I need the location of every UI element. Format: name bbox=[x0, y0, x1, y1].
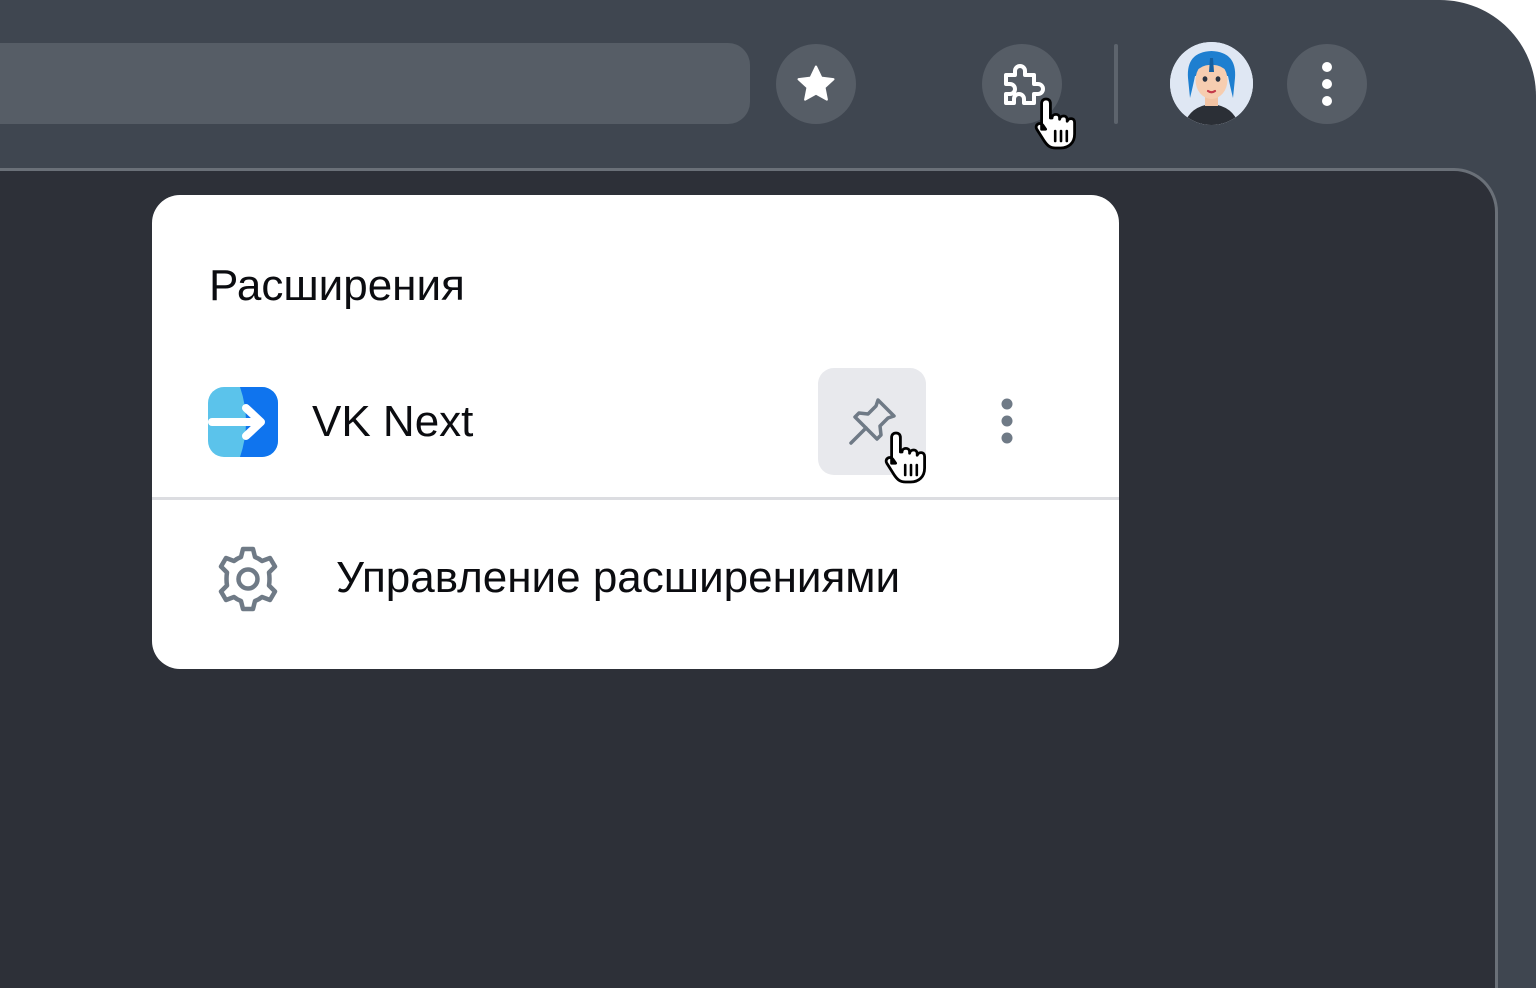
star-icon bbox=[797, 65, 835, 101]
vk-next-logo-icon bbox=[208, 387, 278, 457]
popup-title: Расширения bbox=[209, 261, 465, 310]
extensions-popup: Расширения VK Next Управление расширения… bbox=[152, 195, 1119, 669]
browser-window: Расширения VK Next Управление расширения… bbox=[0, 0, 1536, 988]
manage-extensions-item[interactable]: Управление расширениями bbox=[152, 525, 1119, 635]
bookmark-button[interactable] bbox=[776, 44, 856, 124]
toolbar-divider bbox=[1114, 44, 1118, 124]
popup-divider bbox=[152, 497, 1119, 500]
extension-row[interactable]: VK Next bbox=[152, 361, 1119, 491]
manage-extensions-label: Управление расширениями bbox=[336, 553, 901, 602]
more-vertical-icon bbox=[1001, 398, 1013, 444]
avatar-image bbox=[1170, 42, 1253, 125]
hand-cursor-icon bbox=[884, 431, 926, 484]
extension-name: VK Next bbox=[312, 397, 474, 446]
address-bar[interactable] bbox=[0, 43, 750, 124]
more-vertical-icon bbox=[1322, 62, 1332, 106]
profile-avatar[interactable] bbox=[1170, 42, 1253, 125]
gear-icon bbox=[218, 546, 278, 612]
browser-menu-button[interactable] bbox=[1287, 44, 1367, 124]
extension-more-button[interactable] bbox=[982, 391, 1032, 451]
hand-cursor-icon bbox=[1034, 97, 1076, 150]
